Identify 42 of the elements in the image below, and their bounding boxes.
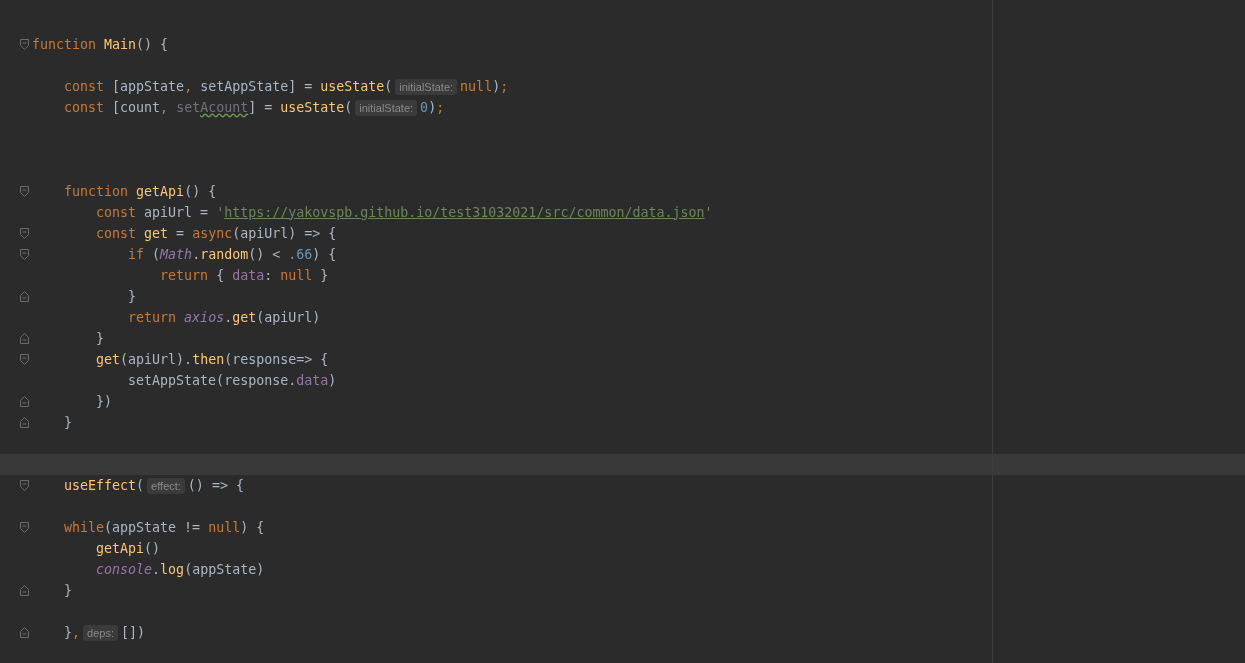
code-text: }, bbox=[63, 623, 81, 642]
code-line: get(apiUrl).then(response=> { bbox=[95, 350, 329, 369]
code-text: null); bbox=[460, 77, 509, 96]
code-line: return axios.get(apiUrl) bbox=[127, 308, 321, 327]
fold-icon[interactable] bbox=[20, 627, 29, 638]
fold-icon[interactable] bbox=[20, 354, 29, 365]
code-text: const [appState, setAppState] = useState( bbox=[63, 77, 393, 96]
code-line: } bbox=[63, 581, 73, 600]
code-line: console.log(appState) bbox=[95, 560, 265, 579]
code-text: 0); bbox=[420, 98, 445, 117]
fold-icon[interactable] bbox=[20, 186, 29, 197]
code-line: if (Math.random() < .66) { bbox=[127, 245, 337, 264]
code-line: function Main() { bbox=[32, 35, 169, 54]
inlay-hint: initialState: bbox=[355, 99, 418, 116]
code-line: } bbox=[127, 287, 137, 306]
code-line: const apiUrl = 'https://yakovspb.github.io/test31032021/src/common/data.json' bbox=[95, 203, 713, 222]
fold-icon[interactable] bbox=[20, 333, 29, 344]
fold-icon[interactable] bbox=[20, 249, 29, 260]
inlay-hint: deps: bbox=[83, 624, 118, 641]
code-line: } bbox=[63, 413, 73, 432]
code-line: const get = async(apiUrl) => { bbox=[95, 224, 337, 243]
fold-icon[interactable] bbox=[20, 522, 29, 533]
code-line: getApi() bbox=[95, 539, 161, 558]
code-text: const [count, setAcount] = useState( bbox=[63, 98, 353, 117]
code-line: } bbox=[95, 329, 105, 348]
fold-icon[interactable] bbox=[20, 291, 29, 302]
inlay-hint: initialState: bbox=[395, 78, 458, 95]
code-text: () => { bbox=[187, 476, 244, 495]
fold-icon[interactable] bbox=[20, 396, 29, 407]
code-line: setAppState(response.data) bbox=[127, 371, 337, 390]
code-text: useEffect( bbox=[63, 476, 145, 495]
fold-icon[interactable] bbox=[20, 480, 29, 491]
fold-icon[interactable] bbox=[20, 228, 29, 239]
code-line: return { data: null } bbox=[159, 266, 329, 285]
fold-icon[interactable] bbox=[20, 585, 29, 596]
code-text: []) bbox=[120, 623, 145, 642]
code-line: function getApi() { bbox=[63, 182, 217, 201]
code-line: }) bbox=[95, 392, 113, 411]
fold-icon[interactable] bbox=[20, 39, 29, 50]
inlay-hint: effect: bbox=[147, 477, 185, 494]
fold-icon[interactable] bbox=[20, 417, 29, 428]
code-line: while(appState != null) { bbox=[63, 518, 265, 537]
